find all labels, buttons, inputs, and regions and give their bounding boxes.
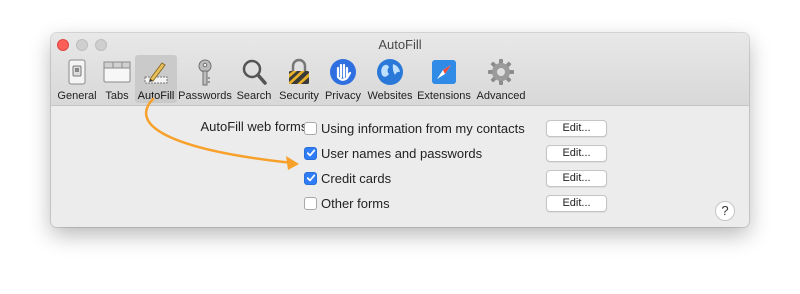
preferences-window: AutoFill General Tabs AutoFill Passwords… bbox=[51, 33, 749, 227]
checkmark-icon bbox=[306, 149, 315, 157]
key-icon bbox=[189, 56, 221, 88]
tab-label: Search bbox=[236, 90, 272, 102]
other-forms-checkbox[interactable] bbox=[304, 196, 317, 210]
edit-contacts-button[interactable]: Edit... bbox=[546, 120, 607, 137]
credit-cards-checkbox[interactable] bbox=[304, 171, 317, 185]
option-other-forms[interactable]: Other forms bbox=[304, 194, 390, 212]
checkmark-icon bbox=[306, 174, 315, 182]
tab-label: Privacy bbox=[324, 90, 362, 102]
tab-search[interactable]: Search bbox=[235, 55, 273, 103]
title-bar: AutoFill General Tabs AutoFill Passwords… bbox=[51, 33, 749, 106]
autofill-section-label: AutoFill web forms: bbox=[200, 119, 311, 134]
tab-label: Passwords bbox=[178, 90, 232, 102]
tab-tabs[interactable]: Tabs bbox=[101, 55, 133, 103]
option-label: User names and passwords bbox=[321, 145, 483, 161]
tab-general[interactable]: General bbox=[55, 55, 99, 103]
pencil-autofill-icon bbox=[140, 56, 172, 88]
puzzle-compass-icon bbox=[428, 56, 460, 88]
edit-passwords-button[interactable]: Edit... bbox=[546, 145, 607, 162]
option-label: Other forms bbox=[321, 195, 390, 211]
tab-security[interactable]: Security bbox=[277, 55, 321, 103]
tab-passwords[interactable]: Passwords bbox=[178, 55, 232, 103]
tab-advanced[interactable]: Advanced bbox=[475, 55, 527, 103]
tab-privacy[interactable]: Privacy bbox=[323, 55, 363, 103]
tab-label: Extensions bbox=[417, 90, 471, 102]
tab-label: Advanced bbox=[476, 90, 526, 102]
tabs-icon bbox=[101, 56, 133, 88]
padlock-icon bbox=[283, 56, 315, 88]
globe-icon bbox=[374, 56, 406, 88]
option-credit-cards[interactable]: Credit cards bbox=[304, 169, 391, 187]
option-user-names-passwords[interactable]: User names and passwords bbox=[304, 144, 482, 162]
tab-label: Tabs bbox=[105, 90, 129, 102]
tab-label: General bbox=[57, 90, 97, 102]
autofill-pane: AutoFill web forms: Using information fr… bbox=[51, 106, 749, 227]
passwords-checkbox[interactable] bbox=[304, 146, 317, 160]
general-switch-icon bbox=[61, 56, 93, 88]
option-label: Using information from my contacts bbox=[321, 120, 525, 136]
edit-other-forms-button[interactable]: Edit... bbox=[546, 195, 607, 212]
gear-icon bbox=[485, 56, 517, 88]
tab-websites[interactable]: Websites bbox=[367, 55, 413, 103]
contacts-checkbox[interactable] bbox=[304, 121, 317, 135]
tab-autofill[interactable]: AutoFill bbox=[135, 55, 177, 103]
tab-extensions[interactable]: Extensions bbox=[416, 55, 472, 103]
option-contacts[interactable]: Using information from my contacts bbox=[304, 119, 525, 137]
tab-label: Websites bbox=[367, 90, 413, 102]
hand-icon bbox=[327, 56, 359, 88]
magnifier-icon bbox=[238, 56, 270, 88]
window-title: AutoFill bbox=[378, 37, 422, 52]
help-button[interactable]: ? bbox=[715, 201, 735, 221]
tab-label: AutoFill bbox=[137, 90, 175, 102]
option-label: Credit cards bbox=[321, 170, 392, 186]
edit-credit-cards-button[interactable]: Edit... bbox=[546, 170, 607, 187]
tab-label: Security bbox=[279, 90, 319, 102]
